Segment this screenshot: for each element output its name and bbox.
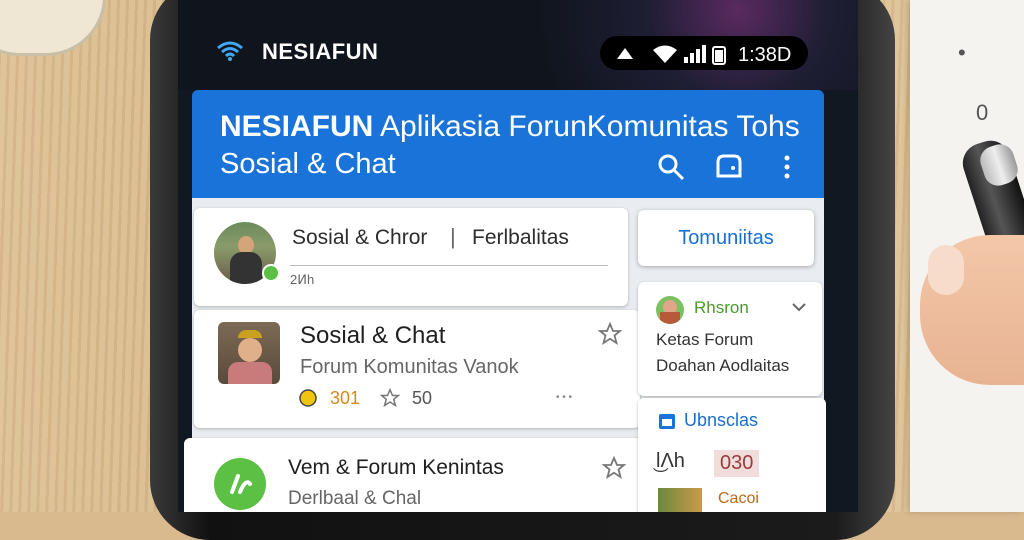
more-dots[interactable]: • • •: [556, 392, 572, 403]
star-icon: [380, 388, 400, 408]
status-brand: NESIAFUN: [262, 39, 379, 64]
signal-icon: [684, 45, 706, 63]
post-card[interactable]: Vem & Forum Kenintas Derlbaal & Chal: [184, 438, 644, 512]
app-header: NESIAFUN Aplikasia ForunKomunitas Tohs S…: [192, 90, 824, 198]
divider: [290, 265, 608, 266]
wifi-status-icon: [653, 45, 677, 63]
more-vert-icon[interactable]: [772, 152, 802, 182]
star-outline-icon[interactable]: [602, 456, 626, 480]
stats-title: Ubnsclas: [684, 410, 759, 430]
notification-icon: [617, 48, 633, 59]
stats-card[interactable]: Ubnsclas l͜Λh 030 Cacoi: [638, 398, 826, 512]
thumbnail-image: [658, 488, 702, 512]
title-divider: |: [450, 224, 456, 249]
chevron-down-icon[interactable]: [792, 302, 806, 312]
post-title: Sosial & Chror: [292, 226, 428, 249]
clock: 1:38D: [738, 44, 792, 66]
header-title-rest: Aplikasia ForunKomunitas Tohs: [380, 110, 800, 143]
stats-badge-left: l͜Λh: [656, 450, 685, 472]
communities-button[interactable]: Tomuniitas: [638, 210, 814, 266]
star-outline-icon[interactable]: [598, 322, 622, 346]
star-count: 50: [412, 388, 433, 408]
stats-footer: Cacoi: [718, 490, 759, 507]
emoji-icon: [299, 389, 317, 407]
community-card[interactable]: Rhsron Ketas Forum Doahan Aodlaitas: [638, 282, 822, 396]
phone-screen: NESIAFUN 1:38D NESIAFUN Aplikasia ForunK…: [178, 0, 858, 512]
header-title-brand: NESIAFUN: [220, 110, 374, 143]
online-indicator: [262, 264, 280, 282]
post-subtitle: Derlbaal & Chal: [288, 488, 422, 509]
fingernail: [928, 245, 964, 295]
stats-badge-value: 030: [714, 450, 760, 477]
post-time: 2Ͷh: [290, 272, 315, 287]
app-logo-icon: [214, 458, 266, 510]
status-bar: NESIAFUN 1:38D: [178, 30, 858, 70]
calendar-icon: [659, 414, 675, 429]
battery-icon: [712, 46, 726, 65]
search-icon[interactable]: [656, 152, 686, 182]
post-title: Sosial & Chat: [300, 322, 446, 349]
user-avatar: [218, 322, 280, 384]
chat-icon[interactable]: [714, 152, 744, 182]
post-tag: Ferlbalitas: [472, 226, 569, 249]
community-line1: Ketas Forum: [656, 330, 754, 349]
post-card[interactable]: Sosial & Chat Forum Komunitas Vanok 301 …: [194, 310, 640, 428]
content-area: Sosial & Chror | Ferlbalitas 2Ͷh Sosial …: [184, 198, 826, 512]
community-name: Rhsron: [694, 298, 749, 317]
community-avatar: [656, 296, 684, 324]
wifi-icon: [217, 41, 243, 61]
post-subtitle: Forum Komunitas Vanok: [300, 356, 519, 378]
post-card[interactable]: Sosial & Chror | Ferlbalitas 2Ͷh: [194, 208, 628, 306]
community-line2: Doahan Aodlaitas: [656, 356, 790, 375]
post-title: Vem & Forum Kenintas: [288, 456, 504, 479]
post-count: 301: [330, 388, 361, 408]
header-title: NESIAFUN Aplikasia ForunKomunitas Tohs: [220, 110, 800, 144]
header-subtitle: Sosial & Chat: [220, 148, 396, 180]
